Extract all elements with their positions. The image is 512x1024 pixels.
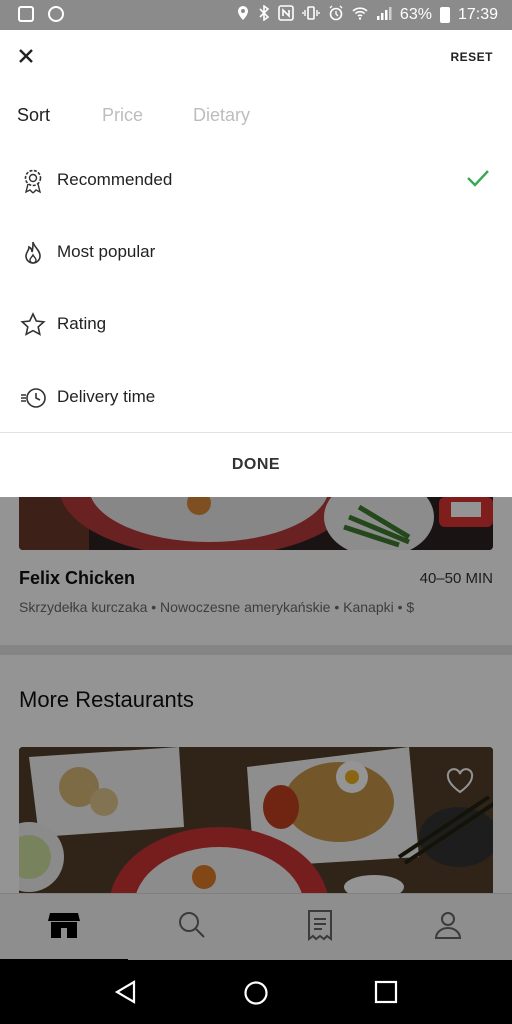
star-icon xyxy=(20,312,48,336)
battery-icon xyxy=(439,7,450,23)
status-bar: 63% 17:39 xyxy=(0,0,512,30)
system-nav-bar xyxy=(0,960,512,1024)
signal-icon xyxy=(376,5,392,26)
bluetooth-icon xyxy=(258,3,270,26)
home-circle-icon[interactable] xyxy=(243,980,269,1011)
sort-option-most-popular[interactable]: Most popular xyxy=(0,216,512,288)
tab-dietary[interactable]: Dietary xyxy=(193,105,250,126)
badge-icon xyxy=(20,168,48,194)
tab-sort[interactable]: Sort xyxy=(17,105,50,126)
sort-option-label: Most popular xyxy=(57,242,156,261)
location-icon xyxy=(236,5,250,26)
checkmark-icon xyxy=(466,168,490,193)
sort-option-delivery-time[interactable]: Delivery time xyxy=(0,361,512,433)
sort-option-label: Delivery time xyxy=(57,387,156,406)
clock-time: 17:39 xyxy=(457,6,498,23)
tab-price[interactable]: Price xyxy=(102,105,143,126)
close-icon xyxy=(18,48,34,69)
sort-option-label: Rating xyxy=(57,314,107,333)
close-button[interactable] xyxy=(14,46,38,70)
battery-percent: 63% xyxy=(399,6,432,23)
sort-option-rating[interactable]: Rating xyxy=(0,288,512,360)
sort-option-label: Recommended xyxy=(57,170,173,189)
nfc-icon xyxy=(278,4,294,26)
sort-filter-sheet: RESET Sort Price Dietary Recommended Mos… xyxy=(0,30,512,497)
back-icon[interactable] xyxy=(114,980,138,1009)
reset-button[interactable]: RESET xyxy=(450,50,493,64)
done-button[interactable]: DONE xyxy=(0,433,512,497)
wifi-icon xyxy=(352,5,368,26)
gallery-icon xyxy=(18,6,34,22)
alarm-icon xyxy=(328,5,344,26)
headset-icon xyxy=(48,6,64,22)
flame-icon xyxy=(20,240,48,264)
clock-icon xyxy=(20,385,48,409)
vibrate-icon xyxy=(302,5,320,26)
sort-option-recommended[interactable]: Recommended xyxy=(0,144,512,216)
recents-square-icon[interactable] xyxy=(374,980,398,1009)
